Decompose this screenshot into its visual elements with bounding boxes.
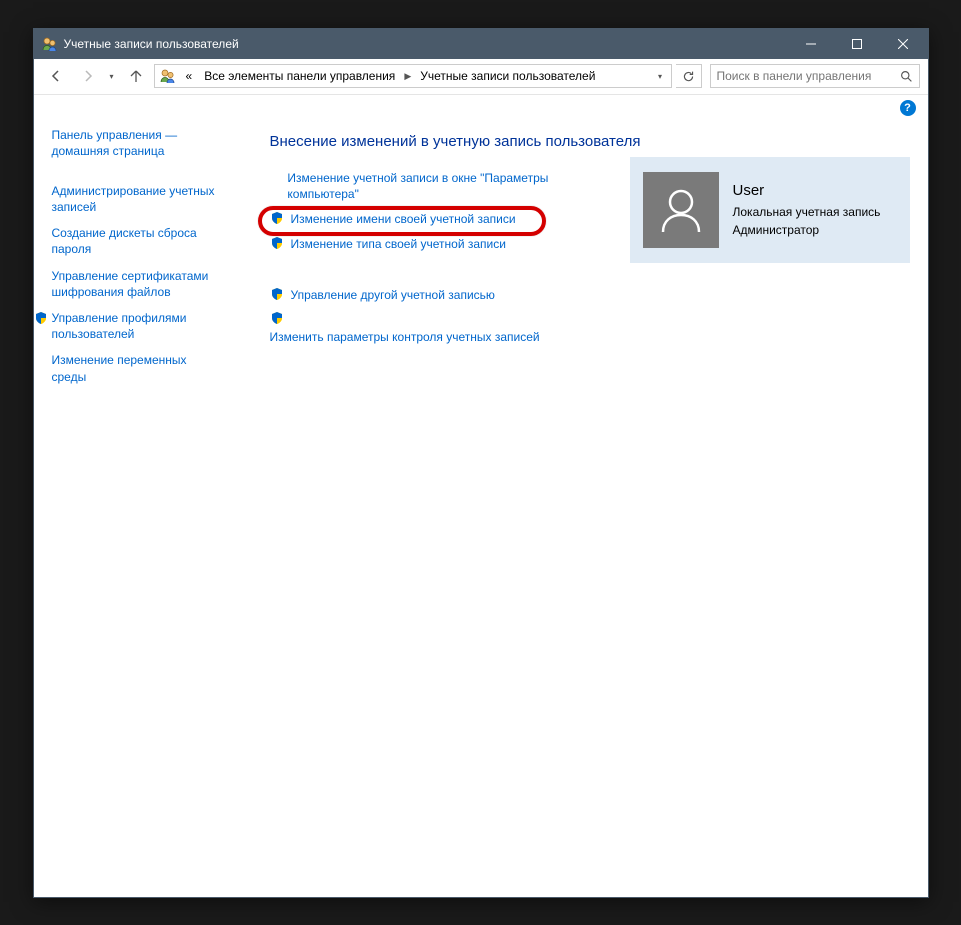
sidebar-link[interactable]: Управление профилями пользователей [52, 311, 187, 341]
control-panel-window: Учетные записи пользователей ▾ [33, 28, 929, 898]
titlebar: Учетные записи пользователей [34, 29, 928, 59]
action-link[interactable]: Изменение имени своей учетной записи [291, 211, 516, 228]
sidebar-item-home[interactable]: Панель управления — домашняя страница [52, 127, 222, 159]
user-info: User Локальная учетная запись Администра… [733, 180, 881, 239]
search-input[interactable] [715, 68, 899, 84]
shield-icon [34, 311, 48, 325]
sidebar-item-reset-disk[interactable]: Создание дискеты сброса пароля [52, 225, 222, 257]
help-icon[interactable]: ? [900, 100, 916, 116]
maximize-button[interactable] [834, 29, 880, 59]
shield-icon [270, 311, 284, 325]
search-icon[interactable] [899, 68, 915, 84]
shield-icon [270, 236, 284, 250]
forward-button[interactable] [74, 62, 102, 90]
sidebar: Панель управления — домашняя страница Ад… [34, 121, 234, 897]
breadcrumb-prefix[interactable]: « [181, 67, 198, 85]
action-link[interactable]: Изменить параметры контроля учетных запи… [270, 329, 540, 346]
user-name: User [733, 180, 881, 203]
action-manage-another-account[interactable]: Управление другой учетной записью [270, 287, 550, 304]
shield-icon [270, 211, 284, 225]
shield-icon [270, 287, 284, 301]
sidebar-item-user-profiles[interactable]: Управление профилями пользователей [52, 310, 222, 342]
back-button[interactable] [42, 62, 70, 90]
up-button[interactable] [122, 62, 150, 90]
minimize-button[interactable] [788, 29, 834, 59]
user-accounts-icon [42, 36, 58, 52]
action-change-account-type[interactable]: Изменение типа своей учетной записи [270, 236, 550, 253]
chevron-right-icon[interactable]: ▶ [402, 71, 413, 82]
main-content: Внесение изменений в учетную запись поль… [234, 121, 928, 897]
address-dropdown[interactable]: ▾ [651, 65, 669, 87]
action-change-uac[interactable]: Изменить параметры контроля учетных запи… [270, 311, 550, 346]
refresh-button[interactable] [676, 64, 702, 88]
help-bar: ? [34, 95, 928, 121]
user-role: Администратор [733, 221, 881, 239]
sidebar-link[interactable]: Администрирование учетных записей [52, 184, 215, 214]
sidebar-item-encryption-certs[interactable]: Управление сертификатами шифрования файл… [52, 268, 222, 300]
close-button[interactable] [880, 29, 926, 59]
page-heading: Внесение изменений в учетную запись поль… [270, 133, 910, 150]
navbar: ▾ « Все элементы панели управления ▶ Уче… [34, 59, 928, 95]
sidebar-link[interactable]: Создание дискеты сброса пароля [52, 226, 197, 256]
user-accounts-icon [160, 68, 176, 84]
action-link[interactable]: Изменение типа своей учетной записи [291, 236, 506, 253]
sidebar-link[interactable]: Управление сертификатами шифрования файл… [52, 269, 209, 299]
body: Панель управления — домашняя страница Ад… [34, 121, 928, 897]
search-box[interactable] [710, 64, 920, 88]
window-title: Учетные записи пользователей [64, 37, 788, 51]
sidebar-link[interactable]: Панель управления — домашняя страница [52, 128, 178, 158]
sidebar-item-admin-accounts[interactable]: Администрирование учетных записей [52, 183, 222, 215]
avatar [643, 172, 719, 248]
address-bar[interactable]: « Все элементы панели управления ▶ Учетн… [154, 64, 672, 88]
user-card: User Локальная учетная запись Администра… [630, 157, 910, 263]
user-type: Локальная учетная запись [733, 203, 881, 221]
action-list-top: Изменение учетной записи в окне "Парамет… [270, 170, 550, 347]
history-dropdown[interactable]: ▾ [106, 72, 118, 81]
action-change-account-name[interactable]: Изменение имени своей учетной записи [270, 211, 550, 228]
action-link[interactable]: Изменение учетной записи в окне "Парамет… [287, 170, 549, 204]
window-buttons [788, 29, 926, 59]
action-change-account-settings[interactable]: Изменение учетной записи в окне "Парамет… [270, 170, 550, 204]
sidebar-link[interactable]: Изменение переменных среды [52, 353, 187, 383]
sidebar-item-env-vars[interactable]: Изменение переменных среды [52, 352, 222, 384]
breadcrumb-item[interactable]: Все элементы панели управления [199, 67, 400, 85]
breadcrumb-item[interactable]: Учетные записи пользователей [415, 67, 600, 85]
action-link[interactable]: Управление другой учетной записью [291, 287, 495, 304]
